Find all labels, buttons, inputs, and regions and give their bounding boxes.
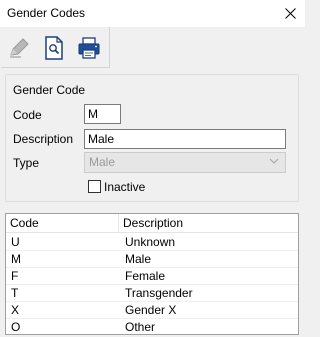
chevron-down-icon [269, 158, 279, 164]
gender-codes-table: Code Description U Unknown M Male F Fema… [5, 213, 299, 336]
group-title: Gender Code [13, 83, 86, 97]
table-row[interactable]: F Female [6, 268, 298, 285]
row-description: Unknown [125, 235, 176, 249]
code-field[interactable]: M [84, 104, 121, 124]
inactive-checkbox[interactable] [88, 180, 101, 193]
table-row[interactable]: M Male [6, 251, 298, 268]
table-row[interactable]: T Transgender [6, 285, 298, 302]
printer-icon [78, 37, 100, 59]
edit-button[interactable] [6, 35, 32, 61]
row-code: T [11, 286, 19, 300]
column-header-description[interactable]: Description [119, 214, 298, 233]
row-description: Female [125, 269, 166, 283]
row-description: Other [125, 320, 156, 334]
column-header-code[interactable]: Code [6, 214, 119, 233]
type-select-value: Male [89, 155, 116, 169]
window-title: Gender Codes [7, 6, 86, 20]
preview-document-icon [45, 36, 63, 60]
description-label: Description [13, 132, 74, 146]
edit-pencil-icon [10, 38, 29, 58]
row-code: F [11, 269, 19, 283]
table-row[interactable]: U Unknown [6, 234, 298, 251]
inactive-label: Inactive [104, 180, 146, 194]
table-row[interactable]: O Other [6, 319, 298, 336]
close-icon [284, 7, 296, 19]
print-button[interactable] [76, 35, 102, 61]
row-code: O [11, 320, 21, 334]
row-code: U [11, 235, 20, 249]
row-code: X [11, 303, 20, 317]
type-label: Type [13, 156, 40, 170]
toolbar [1, 27, 110, 68]
row-description: Gender X [125, 303, 177, 317]
close-button[interactable] [278, 1, 302, 25]
title-bar: Gender Codes [0, 0, 305, 27]
description-field[interactable]: Male [84, 129, 286, 149]
type-select[interactable]: Male [84, 152, 286, 173]
row-description: Male [125, 252, 152, 266]
code-label: Code [13, 108, 42, 122]
preview-button[interactable] [41, 35, 67, 61]
table-row[interactable]: X Gender X [6, 302, 298, 319]
row-code: M [11, 252, 21, 266]
row-description: Transgender [125, 286, 193, 300]
